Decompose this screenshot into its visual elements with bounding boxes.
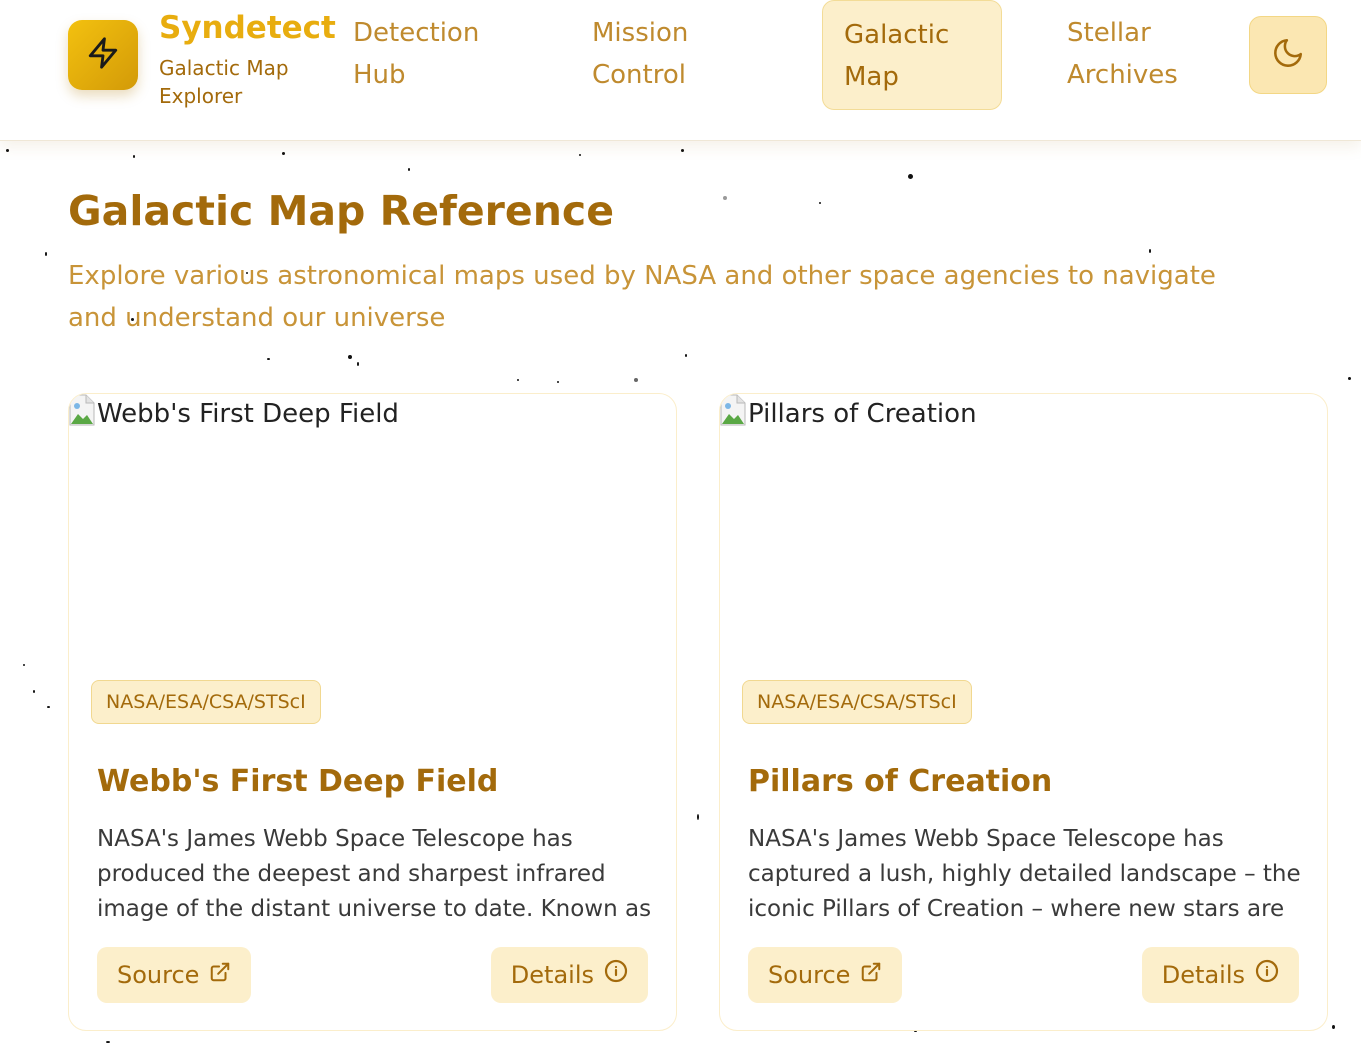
card-description: NASA's James Webb Space Telescope has pr…	[97, 826, 652, 922]
info-icon	[594, 947, 628, 1003]
credit-badge: NASA/ESA/CSA/STScI	[91, 680, 321, 724]
brand-name: Syndetect	[159, 10, 336, 46]
external-link-icon	[199, 947, 231, 1003]
source-label: Source	[117, 961, 200, 989]
card-title: Pillars of Creation	[748, 764, 1053, 799]
nav-item-stellar-archives[interactable]: Stellar Archives	[1067, 12, 1197, 96]
nav-item-galactic-map[interactable]: Galactic Map	[822, 0, 1002, 110]
page-description: Explore various astronomical maps used b…	[68, 261, 1216, 333]
nav-item-detection-hub[interactable]: Detection Hub	[353, 12, 503, 96]
external-link-icon	[850, 947, 882, 1003]
lightning-bolt-icon	[86, 35, 120, 75]
page: Syndetect Galactic Map Explorer Detectio…	[0, 0, 1361, 1045]
map-card: Pillars of Creation NASA/ESA/CSA/STScI P…	[719, 393, 1328, 1031]
image-alt-text: Pillars of Creation	[748, 399, 977, 429]
details-button[interactable]: Details	[490, 947, 648, 1003]
card-image: Pillars of Creation	[720, 394, 1327, 664]
details-label: Details	[1161, 961, 1245, 989]
details-button[interactable]: Details	[1141, 947, 1299, 1003]
source-label: Source	[768, 961, 851, 989]
logo[interactable]	[68, 20, 138, 90]
card-title: Webb's First Deep Field	[97, 764, 499, 799]
credit-badge: NASA/ESA/CSA/STScI	[742, 680, 972, 724]
top-navbar: Syndetect Galactic Map Explorer Detectio…	[0, 0, 1361, 141]
nav-item-mission-control[interactable]: Mission Control	[592, 12, 732, 96]
source-button[interactable]: Source	[97, 947, 252, 1003]
nav-item-galactic-map-label: Galactic Map	[844, 20, 950, 92]
map-card: Webb's First Deep Field NASA/ESA/CSA/STS…	[68, 393, 677, 1031]
image-alt-text: Webb's First Deep Field	[97, 399, 399, 429]
broken-image-icon	[69, 394, 95, 426]
broken-image-icon	[720, 394, 746, 426]
card-image: Webb's First Deep Field	[69, 394, 676, 664]
moon-icon	[1271, 36, 1305, 74]
source-button[interactable]: Source	[748, 947, 903, 1003]
card-description: NASA's James Webb Space Telescope has ca…	[748, 826, 1301, 922]
info-icon	[1245, 947, 1279, 1003]
brand-subtitle: Galactic Map Explorer	[159, 56, 289, 108]
details-label: Details	[510, 961, 594, 989]
theme-toggle-button[interactable]	[1249, 16, 1327, 94]
page-title: Galactic Map Reference	[68, 187, 615, 235]
